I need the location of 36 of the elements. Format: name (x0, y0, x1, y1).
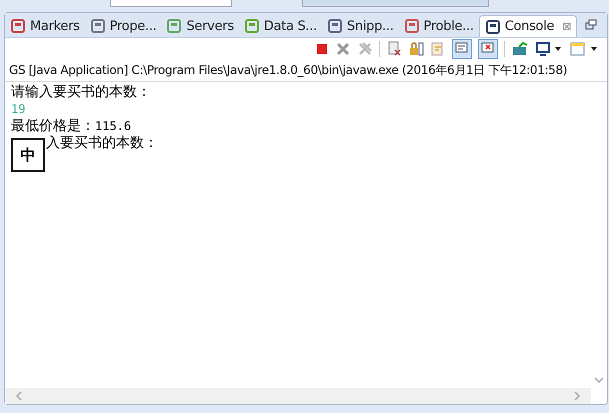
view-icon (166, 18, 182, 34)
view-tab[interactable]: Console ⊠ (478, 15, 578, 37)
horizontal-scrollbar[interactable] (5, 388, 591, 404)
view-icon (244, 18, 260, 34)
show-error-icon[interactable] (478, 39, 498, 59)
remove-icon[interactable] (335, 41, 351, 57)
scroll-left-icon[interactable] (15, 391, 23, 401)
console-title: GS [Java Application] C:\Program Files\Java\jre1.8.0_60\bin\javaw.exe (2016年6月1日 下午12:01:58) (5, 60, 607, 82)
view-tab[interactable]: Servers (161, 15, 239, 37)
restore-icon[interactable] (585, 19, 597, 31)
console-output-text: 115.6 (95, 119, 132, 133)
ime-indicator[interactable]: 中 (11, 138, 45, 172)
view-tab[interactable]: Prope... (84, 15, 162, 37)
scroll-right-icon[interactable] (573, 391, 581, 401)
console-input-text: 19 (11, 102, 26, 116)
view-icon (404, 18, 420, 34)
view-tab[interactable]: Snipp... (322, 15, 399, 37)
view-icon (10, 18, 26, 34)
view-icon (90, 18, 106, 34)
lock-icon[interactable] (408, 41, 424, 57)
console-output-text: 入要买书的本数： (46, 135, 158, 151)
console-output-text: 最低价格是： (11, 118, 95, 134)
view-icon (326, 18, 343, 34)
view-icon (484, 18, 501, 34)
show-output-icon[interactable] (452, 39, 472, 59)
close-icon[interactable]: ⊠ (562, 20, 572, 33)
console-output-text: 请输入要买书的本数： (11, 84, 151, 100)
pin-console-icon[interactable] (511, 41, 529, 57)
scroll-down-icon[interactable] (594, 376, 604, 384)
stop-icon[interactable] (315, 42, 329, 56)
display-console-icon[interactable] (535, 41, 563, 57)
view-tab[interactable]: Proble... (398, 15, 479, 37)
view-tab[interactable]: Markers (5, 15, 85, 37)
open-console-icon[interactable] (569, 41, 599, 57)
view-tab[interactable]: Data S... (238, 15, 322, 37)
clear-icon[interactable] (386, 41, 402, 57)
